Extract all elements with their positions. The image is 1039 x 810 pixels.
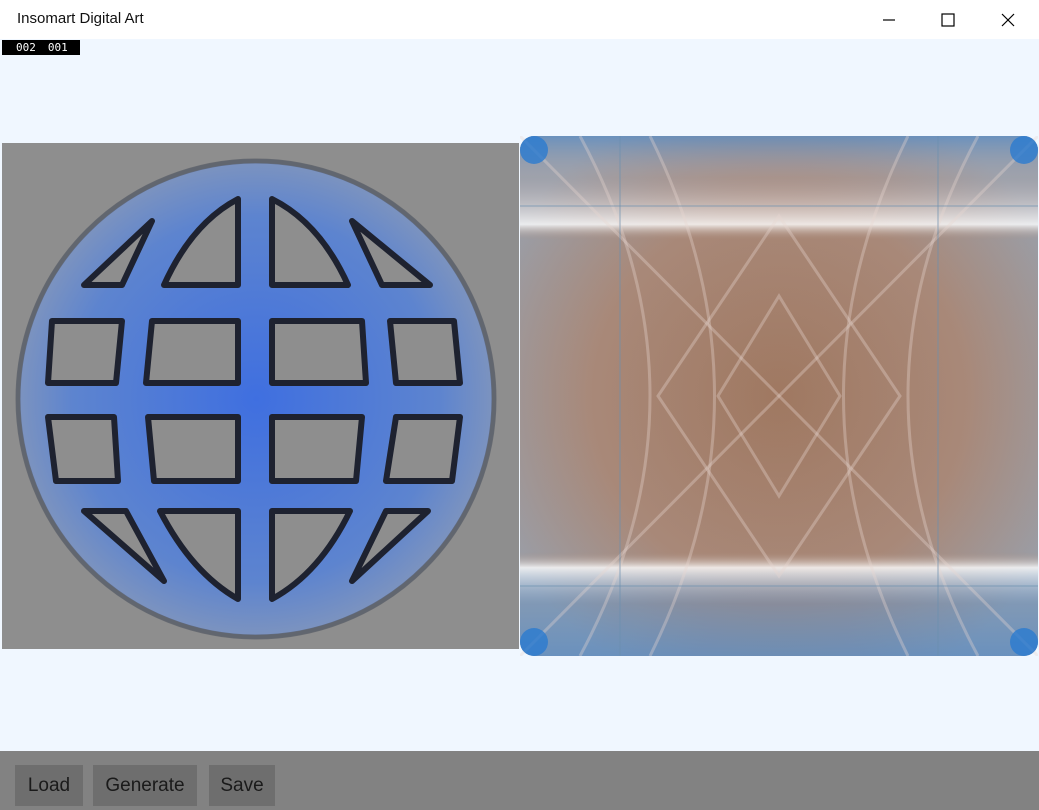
maximize-icon [941,12,955,27]
minimize-button[interactable] [860,0,918,39]
close-button[interactable] [979,0,1037,39]
generated-art-panel [518,134,1039,658]
counter-second: 001 [47,41,68,54]
app-title: Insomart Digital Art [17,10,144,27]
source-image-panel [2,143,519,649]
frame-counter: 002 001 [2,40,80,55]
load-button[interactable]: Load [15,765,83,806]
maximize-button[interactable] [919,0,977,39]
generated-abstract-art [518,134,1039,658]
generate-button[interactable]: Generate [93,765,197,806]
minimize-icon [883,18,895,21]
save-button[interactable]: Save [209,765,275,806]
counter-first: 002 [16,41,36,54]
title-bar: Insomart Digital Art [0,0,1039,39]
close-icon [1001,13,1015,26]
globe-icon [15,158,497,640]
